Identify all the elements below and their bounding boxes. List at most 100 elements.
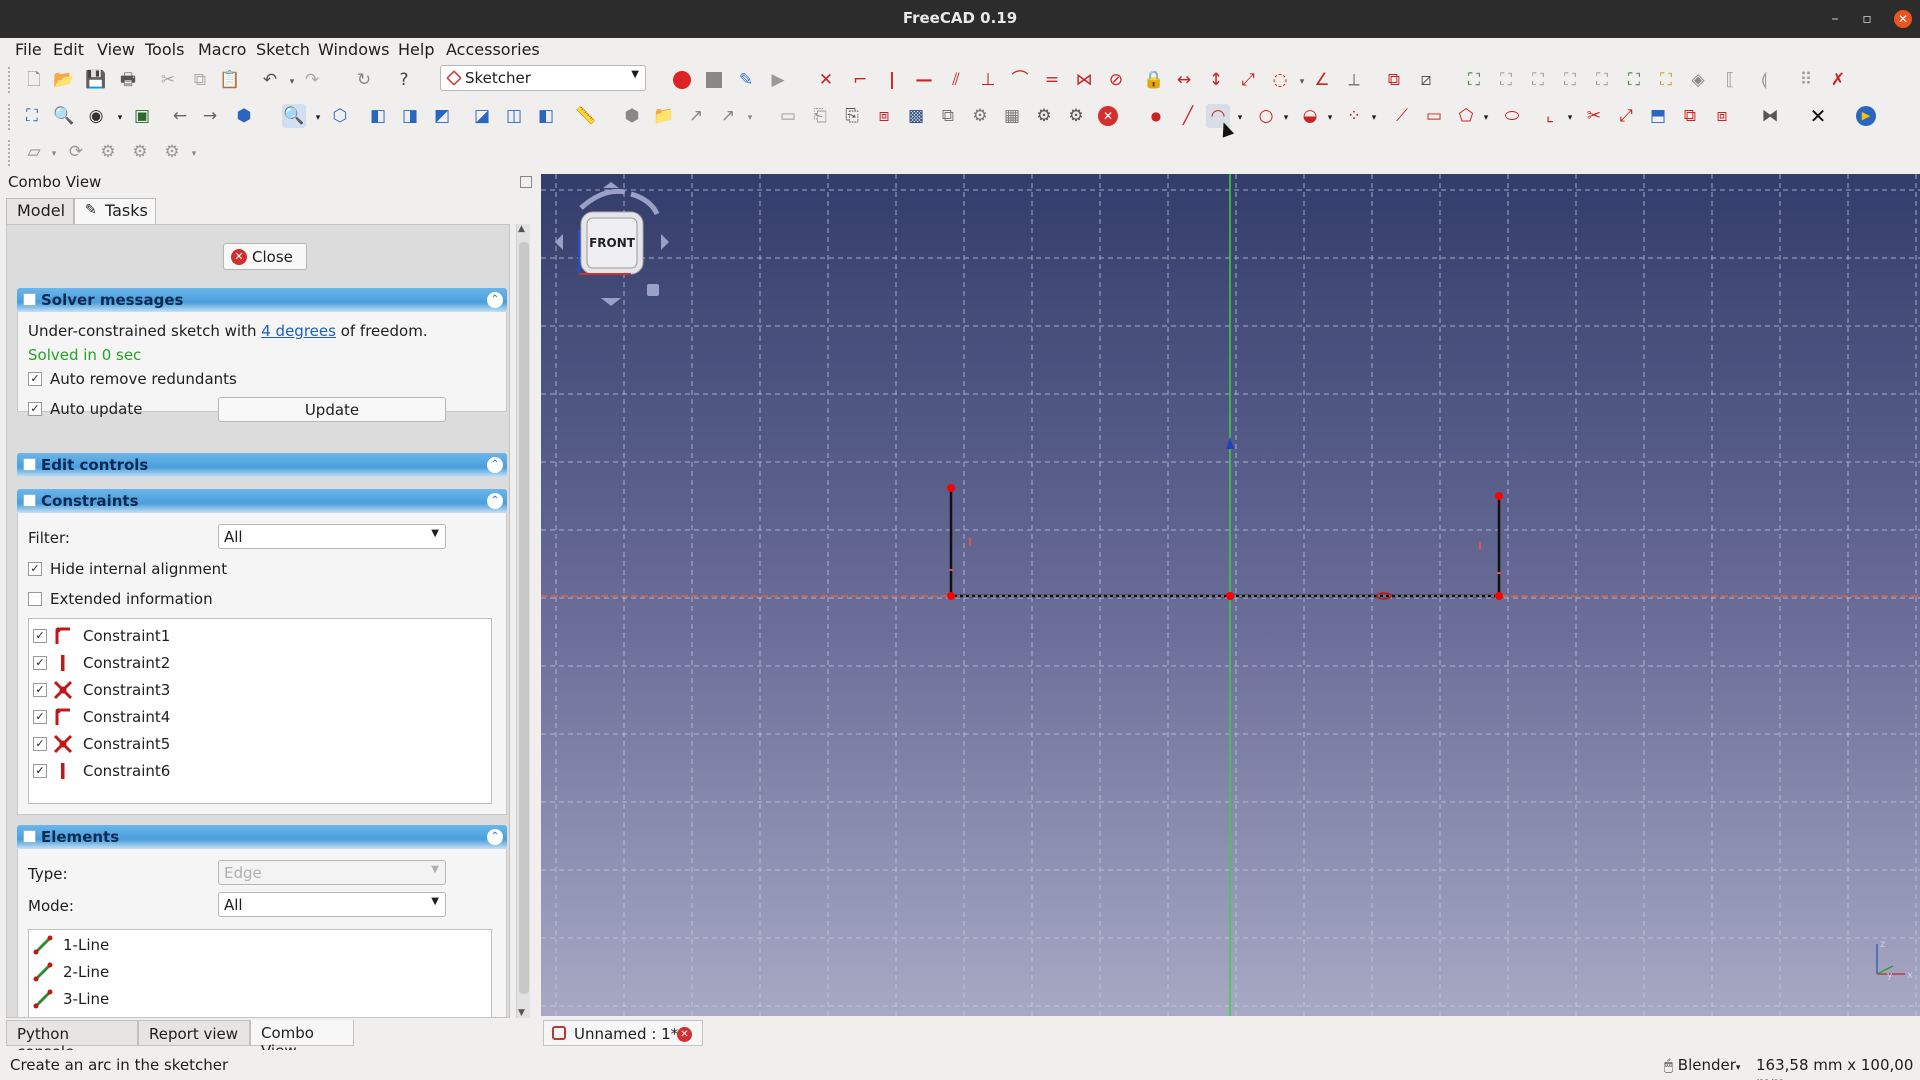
constrain-point-on-object-icon[interactable]: ⌐: [848, 68, 872, 92]
link-dropdown-icon[interactable]: ▾: [738, 106, 762, 130]
right-view-icon[interactable]: ◩: [430, 104, 454, 128]
solver-messages-header[interactable]: Solver messages ⌃: [17, 288, 507, 312]
collapse-icon[interactable]: ⌃: [487, 829, 503, 845]
save-icon[interactable]: 💾: [84, 68, 108, 92]
show-hide-geometry-icon[interactable]: ◈: [1686, 68, 1710, 92]
symmetry-icon[interactable]: ⟦: [1718, 68, 1742, 92]
close-task-button[interactable]: ✕ Close: [223, 243, 307, 270]
extend-edge-icon[interactable]: ⤢: [1614, 104, 1638, 128]
view-section-icon[interactable]: ▦: [1000, 104, 1024, 128]
run-icon[interactable]: ▶: [1854, 104, 1878, 128]
auto-remove-checkbox[interactable]: ✓: [28, 372, 42, 386]
gear-dropdown-icon[interactable]: ▾: [182, 142, 206, 166]
menu-edit[interactable]: Edit: [53, 40, 84, 59]
sketch-origin-point[interactable]: [1226, 592, 1234, 600]
toolbar-grip[interactable]: [8, 140, 12, 166]
front-view-icon[interactable]: ◧: [366, 104, 390, 128]
external-geometry-icon[interactable]: ⬒: [1646, 104, 1670, 128]
select-conflicting-icon[interactable]: ⛶: [1622, 68, 1646, 92]
leave-sketch-icon[interactable]: ✕: [1096, 104, 1120, 128]
part-icon[interactable]: ⬢: [620, 104, 644, 128]
rotate-left-icon[interactable]: [579, 188, 626, 210]
collapse-icon[interactable]: ⌃: [487, 493, 503, 509]
constrain-tangent-icon[interactable]: ⌒: [1008, 68, 1032, 92]
row-checkbox[interactable]: ✓: [33, 629, 47, 643]
edit-controls-header[interactable]: Edit controls ⌃: [17, 453, 507, 477]
constrain-block-icon[interactable]: ⊘: [1104, 68, 1128, 92]
copy-icon[interactable]: ⧉: [188, 68, 212, 92]
macro-run-icon[interactable]: ▶: [766, 68, 790, 92]
constrain-symmetric-icon[interactable]: ⋈: [1072, 68, 1096, 92]
tab-report-view[interactable]: Report view: [138, 1020, 250, 1046]
arrow-down-icon[interactable]: [601, 298, 621, 306]
arrow-left-icon[interactable]: [555, 234, 563, 250]
paste-icon[interactable]: 📋: [218, 68, 242, 92]
list-item[interactable]: 1-Line: [29, 934, 491, 956]
list-item[interactable]: ✓ Constraint4: [29, 706, 491, 728]
std-view-dropdown-icon[interactable]: ▾: [306, 106, 330, 130]
row-checkbox[interactable]: ✓: [33, 710, 47, 724]
toggle-driving-icon[interactable]: ⧉: [1382, 68, 1406, 92]
auto-update-checkbox[interactable]: ✓: [28, 402, 42, 416]
row-checkbox[interactable]: ✓: [33, 683, 47, 697]
tab-combo-view[interactable]: Combo View: [250, 1020, 354, 1060]
macro-record-icon[interactable]: [670, 68, 694, 92]
edit-sketch-icon[interactable]: ⎗: [808, 104, 832, 128]
validate-sketch-icon[interactable]: ▩: [904, 104, 928, 128]
close-x-icon[interactable]: ✕: [1806, 104, 1830, 128]
constrain-horizontal-icon[interactable]: —: [912, 68, 936, 92]
constraints-header[interactable]: Constraints ⌃: [17, 489, 507, 513]
constrain-horizontal-distance-icon[interactable]: ↔: [1172, 68, 1196, 92]
menu-tools[interactable]: Tools: [145, 40, 184, 59]
bounding-box-icon[interactable]: ▣: [130, 104, 154, 128]
select-horizontal-axis-icon[interactable]: ⛶: [1558, 68, 1582, 92]
toggle-construction-icon[interactable]: ⧈: [1710, 104, 1734, 128]
constrain-vertical-distance-icon[interactable]: ↕: [1204, 68, 1228, 92]
constrain-vertical-icon[interactable]: |: [880, 68, 904, 92]
sketch-vertex[interactable]: [947, 592, 955, 600]
constrain-perpendicular-icon[interactable]: ⊥: [976, 68, 1000, 92]
sketch-view-dropdown-icon[interactable]: ▾: [42, 142, 66, 166]
collapse-icon[interactable]: ⌃: [487, 457, 503, 473]
scrollbar-thumb[interactable]: [519, 242, 529, 994]
constrain-radius-icon[interactable]: ◌: [1268, 68, 1292, 92]
print-icon[interactable]: 🖶: [116, 68, 140, 92]
conic-dropdown-icon[interactable]: ▾: [1318, 106, 1342, 130]
reorient-sketch-icon[interactable]: ⧈: [872, 104, 896, 128]
orbit-icon[interactable]: ⟳: [64, 140, 88, 164]
bottom-view-icon[interactable]: ◫: [502, 104, 526, 128]
circle-dropdown-icon[interactable]: ▾: [1274, 106, 1298, 130]
sketch-canvas[interactable]: z x y: [541, 174, 1920, 1016]
nav-cube-menu-icon[interactable]: [647, 284, 659, 296]
new-sketch-icon[interactable]: ▭: [776, 104, 800, 128]
list-item[interactable]: 2-Line: [29, 961, 491, 983]
sketch-viewport[interactable]: z x y FRONT: [541, 174, 1920, 1016]
refresh-icon[interactable]: ↻: [352, 68, 376, 92]
update-button[interactable]: Update: [218, 397, 446, 422]
menu-help[interactable]: Help: [398, 40, 434, 59]
open-folder-icon[interactable]: 📂: [52, 68, 76, 92]
constrain-snell-icon[interactable]: ⟂: [1342, 68, 1366, 92]
select-vertical-axis-icon[interactable]: ⛶: [1526, 68, 1550, 92]
delete-all-geometry-icon[interactable]: ✗: [1826, 68, 1850, 92]
list-item[interactable]: ✓ Constraint5: [29, 733, 491, 755]
create-polyline-icon[interactable]: ⟋: [1390, 104, 1414, 128]
rotate-right-icon[interactable]: [630, 191, 660, 216]
sketch-vertex[interactable]: [1495, 592, 1503, 600]
document-tab[interactable]: Unnamed : 1* ✕: [543, 1020, 703, 1046]
link-icon[interactable]: ↗: [684, 104, 708, 128]
constrain-coincident-icon[interactable]: ✕: [814, 68, 838, 92]
sketch-vertex[interactable]: [1495, 492, 1503, 500]
create-slot-icon[interactable]: ⬭: [1500, 104, 1524, 128]
list-item[interactable]: ✓ Constraint2: [29, 652, 491, 674]
constrain-equal-icon[interactable]: =: [1040, 68, 1064, 92]
row-checkbox[interactable]: ✓: [33, 764, 47, 778]
constraints-list[interactable]: ✓ Constraint1 ✓ Constraint2 ✓ Constraint…: [28, 618, 492, 804]
rectangular-array-icon[interactable]: ⠿: [1794, 68, 1818, 92]
forward-arrow-icon[interactable]: →: [198, 104, 222, 128]
mode-select[interactable]: All ▼: [218, 892, 446, 917]
virtual-space-icon[interactable]: ⧓: [1758, 104, 1782, 128]
workbench-selector[interactable]: Sketcher ▼: [440, 65, 646, 91]
scroll-down-icon[interactable]: ▼: [518, 1008, 525, 1018]
collapse-icon[interactable]: ⌃: [487, 292, 503, 308]
